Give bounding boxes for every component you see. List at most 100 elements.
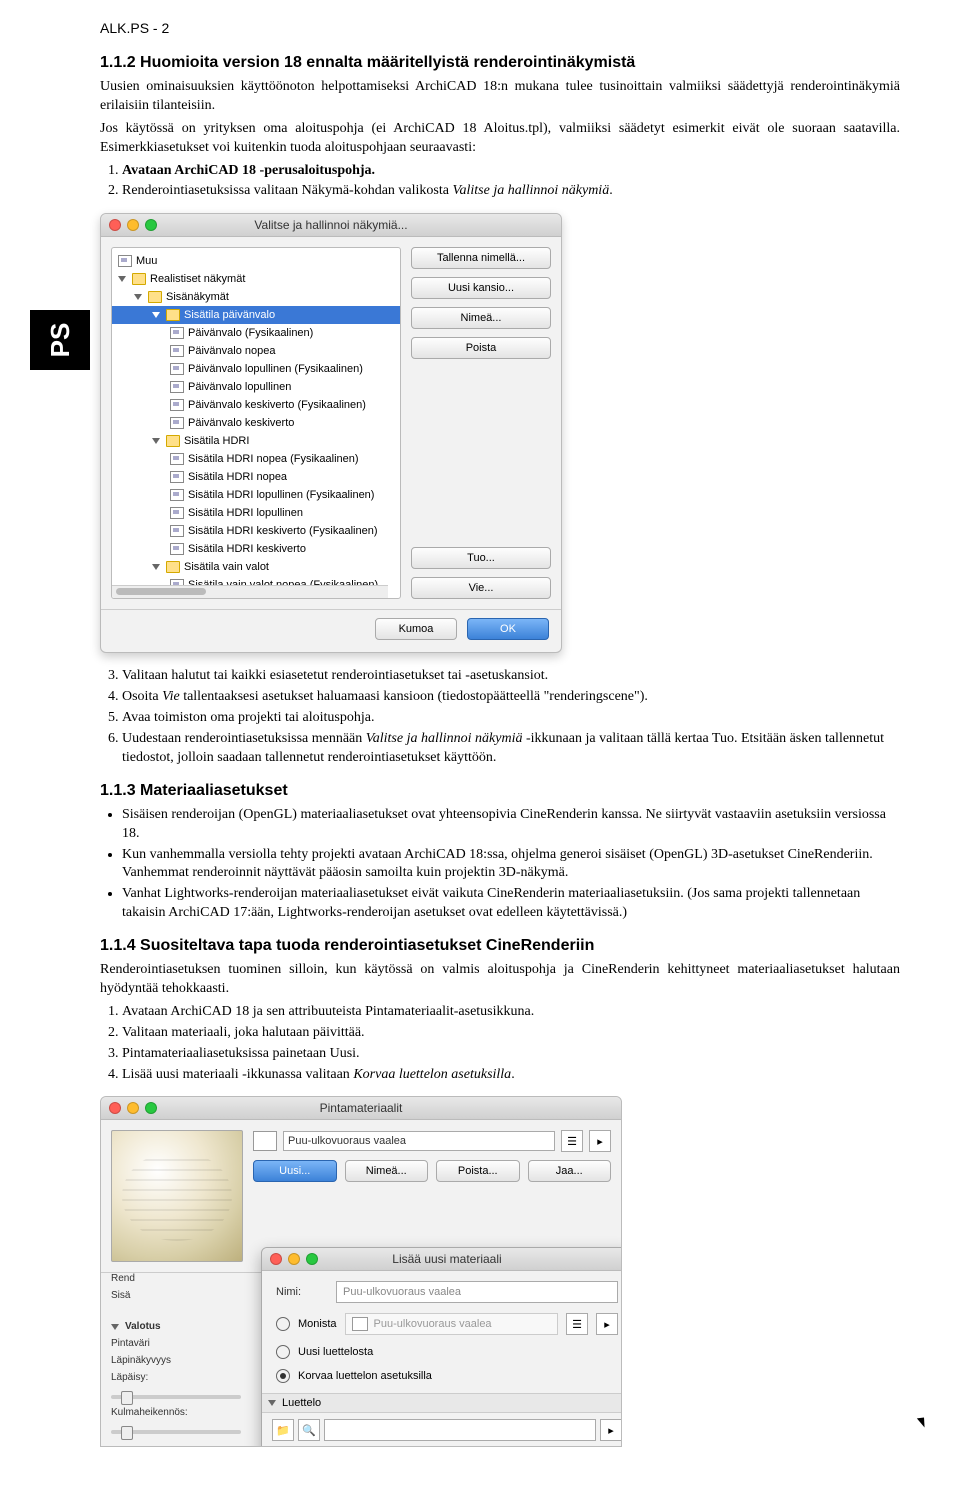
tree-folder-selected[interactable]: Sisätila päivänvalo: [112, 306, 400, 324]
share-button[interactable]: Jaa...: [528, 1160, 612, 1182]
tree-item[interactable]: Muu: [112, 252, 400, 270]
folder-icon: [166, 309, 180, 321]
chevron-down-icon: [152, 312, 160, 318]
paragraph: Renderointiasetuksen tuominen silloin, k…: [100, 961, 900, 999]
list-item: Avaa toimiston oma projekti tai aloitusp…: [122, 709, 900, 728]
dialog-title: Pintamateriaalit: [101, 1101, 621, 1115]
tree-item[interactable]: Päivänvalo keskiverto (Fysikaalinen): [112, 396, 400, 414]
name-input[interactable]: Puu-ulkovuoraus vaalea: [336, 1281, 618, 1303]
scene-icon: [170, 489, 184, 501]
section-luettelo[interactable]: Luettelo: [262, 1393, 622, 1413]
radio-icon: [276, 1317, 290, 1331]
new-button[interactable]: Uusi...: [253, 1160, 337, 1182]
materials-dialog: Pintamateriaalit Puu-ulkovuoraus vaalea …: [100, 1096, 622, 1447]
tree-folder[interactable]: Sisätila HDRI: [112, 432, 400, 450]
search-input[interactable]: [324, 1419, 596, 1441]
delete-button[interactable]: Poista: [411, 337, 551, 359]
tree-item[interactable]: Sisätila HDRI nopea: [112, 468, 400, 486]
delete-button[interactable]: Poista...: [436, 1160, 520, 1182]
folder-icon: [166, 435, 180, 447]
tree-item[interactable]: Päivänvalo (Fysikaalinen): [112, 324, 400, 342]
tree-item[interactable]: Sisätila HDRI nopea (Fysikaalinen): [112, 450, 400, 468]
list-item: Vanhat Lightworks-renderoijan materiaali…: [122, 885, 900, 923]
disclosure-valotus[interactable]: Valotus: [111, 1321, 241, 1332]
export-button[interactable]: Vie...: [411, 577, 551, 599]
scene-icon: [118, 255, 132, 267]
rename-button[interactable]: Nimeä...: [345, 1160, 429, 1182]
scrollbar-horizontal[interactable]: [112, 585, 388, 598]
chevron-down-icon: [111, 1324, 119, 1330]
radio-icon: [276, 1369, 290, 1383]
tree-item[interactable]: Päivänvalo nopea: [112, 342, 400, 360]
scene-icon: [170, 381, 184, 393]
cancel-button[interactable]: Kumoa: [375, 618, 457, 640]
tree-item[interactable]: Sisätila HDRI keskiverto: [112, 540, 400, 558]
list-item: Renderointiasetuksissa valitaan Näkymä-k…: [122, 182, 900, 201]
list-icon[interactable]: ☰: [561, 1130, 583, 1152]
dialog-title: Valitse ja hallinnoi näkymiä...: [101, 218, 561, 232]
tree-folder[interactable]: Sisänäkymät: [112, 288, 400, 306]
cursor-icon: [920, 1415, 932, 1431]
radio-new-from-list[interactable]: Uusi luettelosta: [276, 1345, 618, 1359]
radio-duplicate[interactable]: Monista Puu-ulkovuoraus vaalea ☰ ▸: [276, 1313, 618, 1335]
tree-item[interactable]: Sisätila HDRI lopullinen: [112, 504, 400, 522]
dialog-titlebar: Lisää uusi materiaali: [262, 1248, 622, 1271]
list-item: Kun vanhemmalla versiolla tehty projekti…: [122, 846, 900, 884]
scene-icon: [170, 453, 184, 465]
chevron-right-icon[interactable]: ▸: [589, 1130, 611, 1152]
rename-button[interactable]: Nimeä...: [411, 307, 551, 329]
tree-item[interactable]: Päivänvalo lopullinen: [112, 378, 400, 396]
scene-icon: [170, 363, 184, 375]
tree-folder[interactable]: Realistiset näkymät: [112, 270, 400, 288]
scene-icon: [170, 525, 184, 537]
folder-icon: [166, 561, 180, 573]
list-item: Pintamateriaaliasetuksissa painetaan Uus…: [122, 1045, 900, 1064]
list-item: Avataan ArchiCAD 18 ja sen attribuuteist…: [122, 1003, 900, 1022]
dialog-titlebar: Pintamateriaalit: [101, 1097, 621, 1120]
import-button[interactable]: Tuo...: [411, 547, 551, 569]
material-preview: [111, 1130, 243, 1262]
tree-pane[interactable]: Muu Realistiset näkymät Sisänäkymät Sisä…: [111, 247, 401, 599]
scene-icon: [170, 417, 184, 429]
material-name-field[interactable]: Puu-ulkovuoraus vaalea: [283, 1131, 555, 1151]
paragraph: Jos käytössä on yrityksen oma aloituspoh…: [100, 120, 900, 158]
list-item: Sisäisen renderoijan (OpenGL) materiaali…: [122, 806, 900, 844]
label: Kulmaheikennös:: [111, 1407, 241, 1418]
color-swatch[interactable]: [253, 1131, 277, 1151]
page-header: ALK.PS - 2: [100, 20, 900, 36]
scene-icon: [170, 327, 184, 339]
search-icon[interactable]: 🔍: [298, 1419, 320, 1441]
radio-icon: [276, 1345, 290, 1359]
tree-item[interactable]: Päivänvalo lopullinen (Fysikaalinen): [112, 360, 400, 378]
list-item: Uudestaan renderointiasetuksissa mennään…: [122, 730, 900, 768]
save-as-button[interactable]: Tallenna nimellä...: [411, 247, 551, 269]
chevron-down-icon: [134, 294, 142, 300]
scene-icon: [170, 507, 184, 519]
list-item: Valitaan materiaali, joka halutaan päivi…: [122, 1024, 900, 1043]
list-item: Osoita Vie tallentaaksesi asetukset halu…: [122, 688, 900, 707]
tree-item[interactable]: Päivänvalo keskiverto: [112, 414, 400, 432]
tree-folder[interactable]: Sisätila vain valot: [112, 558, 400, 576]
folder-up-icon[interactable]: 📁: [272, 1419, 294, 1441]
folder-icon: [148, 291, 162, 303]
ok-button[interactable]: OK: [467, 618, 549, 640]
chevron-right-icon[interactable]: ▸: [596, 1313, 618, 1335]
chevron-down-icon: [152, 564, 160, 570]
slider-kulma[interactable]: [111, 1430, 241, 1434]
label-name: Nimi:: [276, 1286, 326, 1298]
label: Rend: [111, 1273, 241, 1284]
list-item: Avataan ArchiCAD 18 -perusaloituspohja.: [122, 162, 900, 181]
folder-icon: [132, 273, 146, 285]
slider-lapaisy[interactable]: [111, 1395, 241, 1399]
views-dialog: Valitse ja hallinnoi näkymiä... Muu Real…: [100, 213, 562, 653]
duplicate-source-field: Puu-ulkovuoraus vaalea: [345, 1313, 558, 1335]
new-folder-button[interactable]: Uusi kansio...: [411, 277, 551, 299]
radio-replace[interactable]: Korvaa luettelon asetuksilla: [276, 1369, 618, 1383]
list-item: Valitaan halutut tai kaikki esiasetetut …: [122, 667, 900, 686]
list-icon[interactable]: ☰: [566, 1313, 588, 1335]
tree-item[interactable]: Sisätila HDRI keskiverto (Fysikaalinen): [112, 522, 400, 540]
chevron-down-icon: [152, 438, 160, 444]
scene-icon: [170, 345, 184, 357]
tree-item[interactable]: Sisätila HDRI lopullinen (Fysikaalinen): [112, 486, 400, 504]
chevron-right-icon[interactable]: ▸: [600, 1419, 622, 1441]
